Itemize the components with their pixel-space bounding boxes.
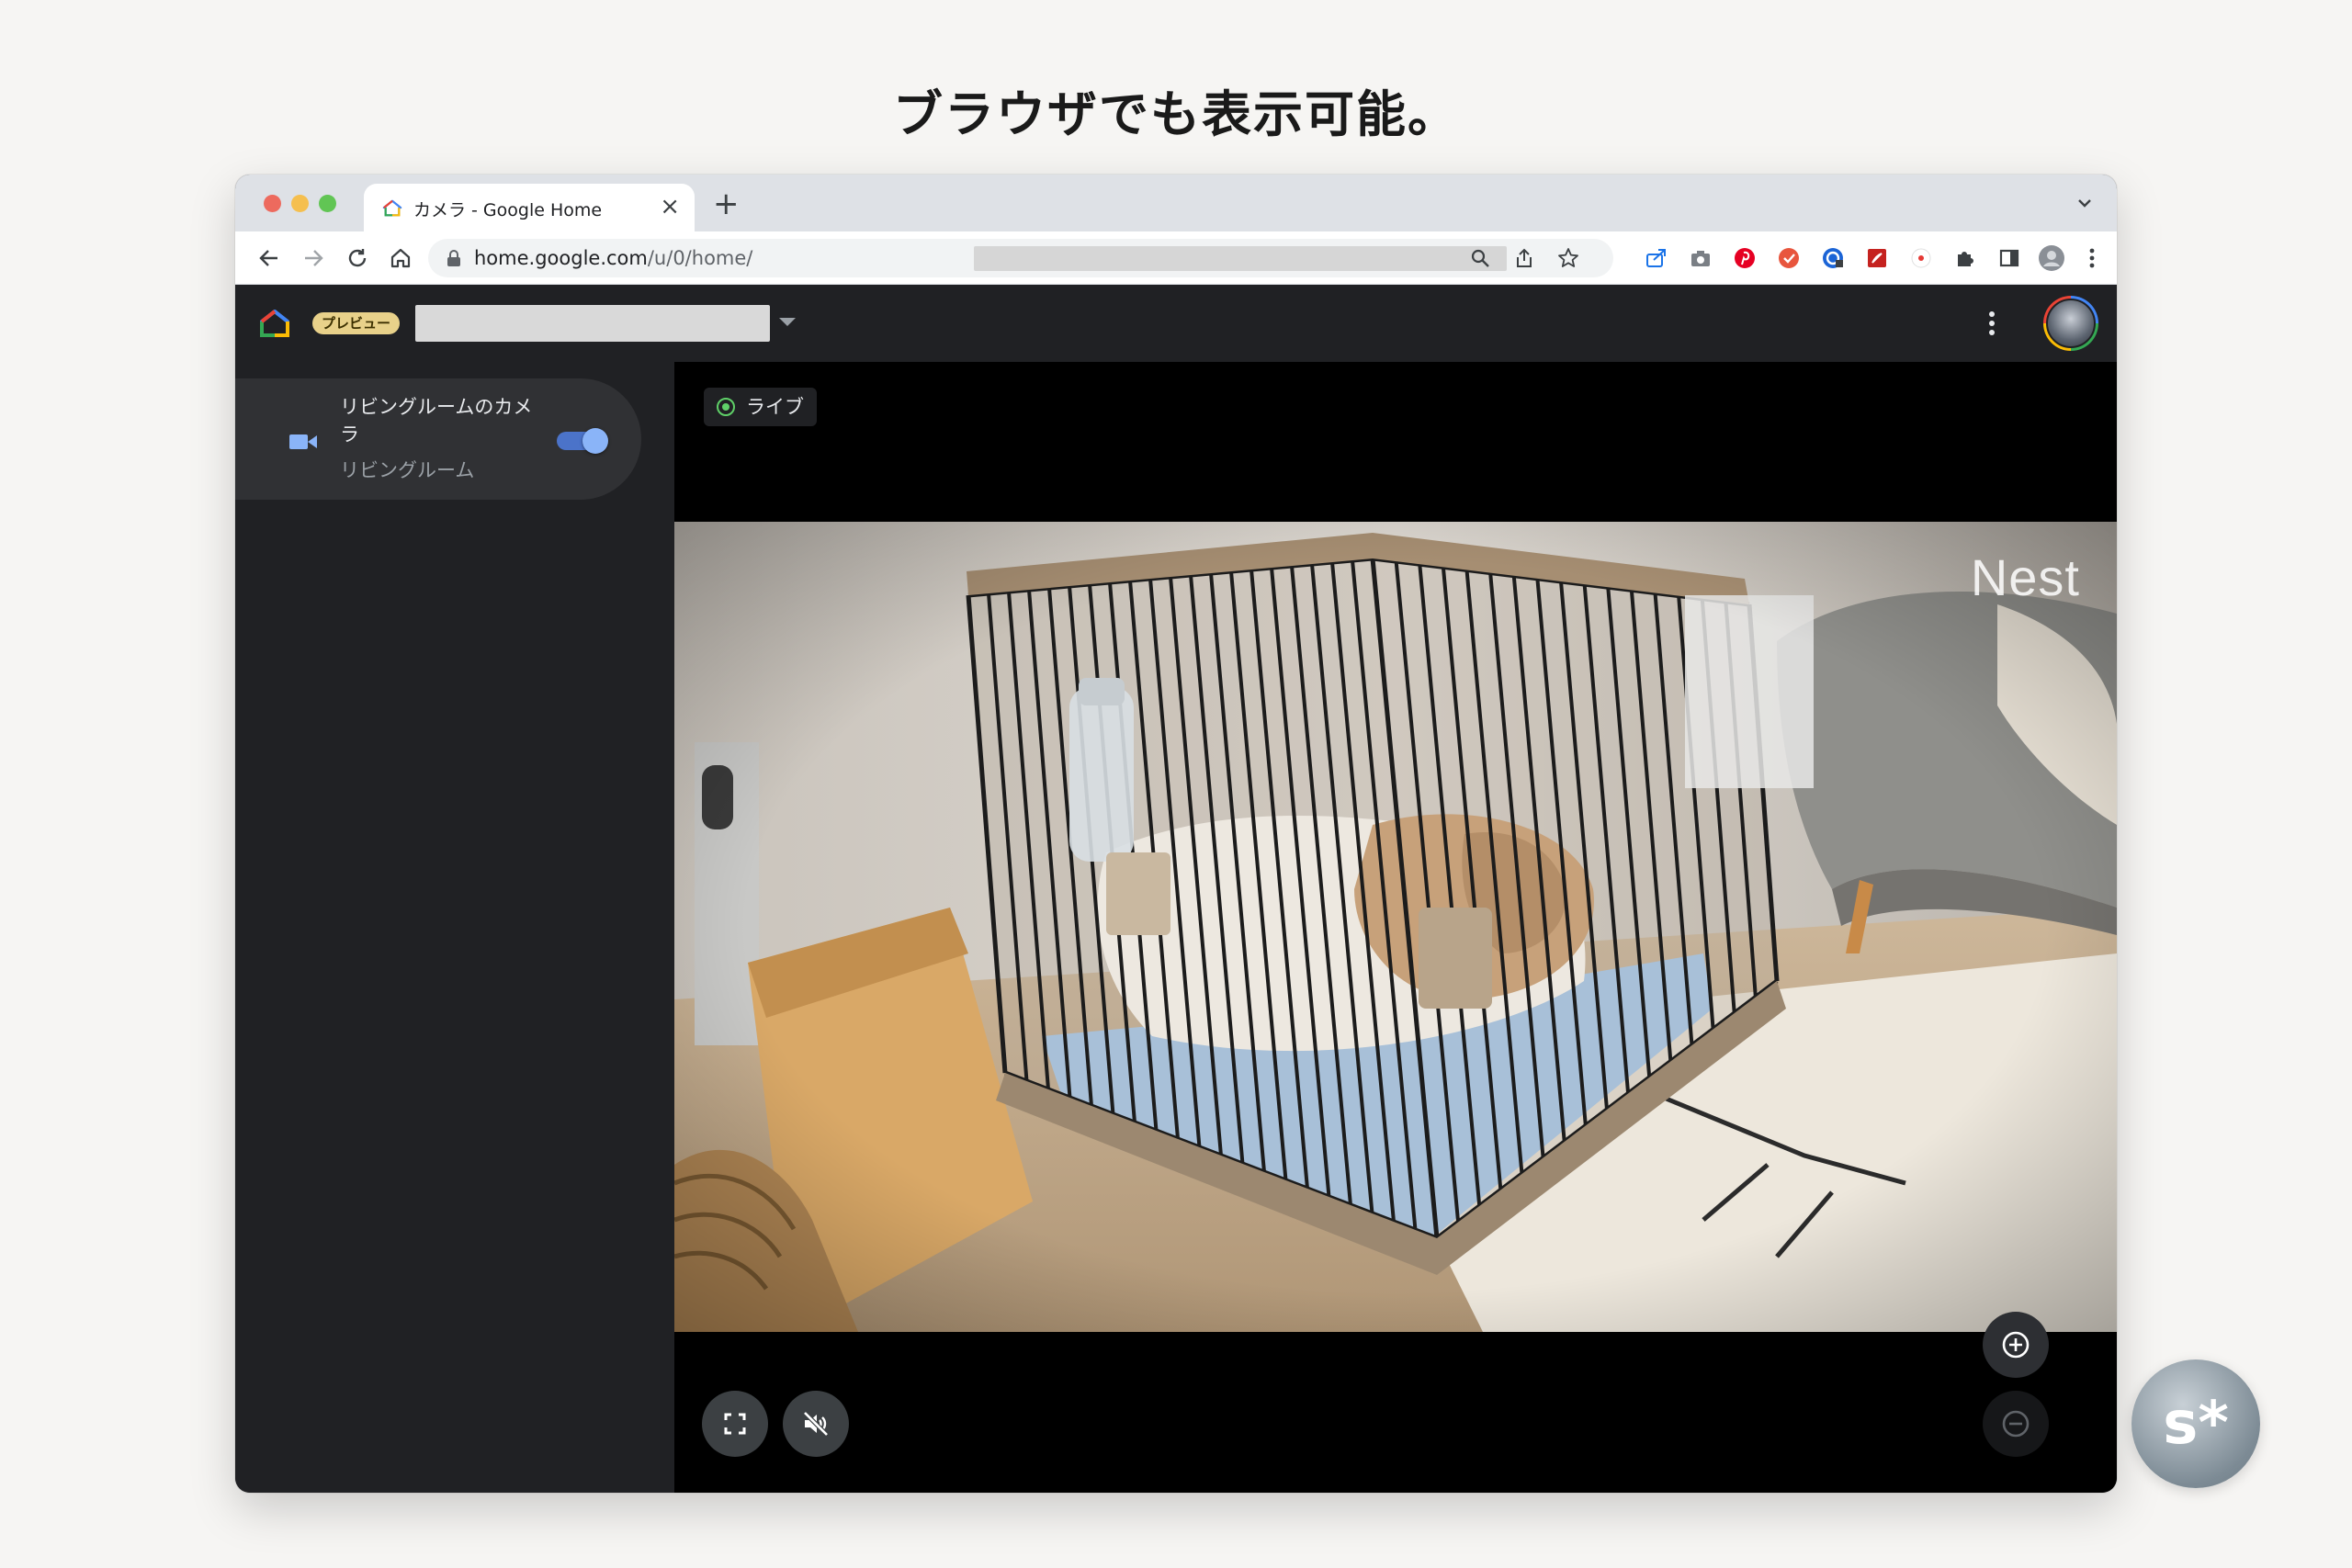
home-selector-redacted[interactable] — [415, 305, 770, 342]
volume-off-icon — [803, 1411, 829, 1437]
password-extension-icon[interactable] — [1819, 244, 1847, 272]
zoom-out-button[interactable] — [1983, 1391, 2049, 1457]
device-sidebar: リビングルームのカメラ リビングルーム — [235, 362, 674, 1493]
address-bar[interactable]: home.google.com/u/0/home/ — [428, 239, 1613, 277]
account-avatar[interactable] — [2043, 296, 2098, 351]
zoom-out-icon — [2002, 1410, 2030, 1438]
record-extension-icon[interactable] — [1907, 244, 1935, 272]
todo-extension-icon[interactable] — [1775, 244, 1803, 272]
camera-feed-image — [674, 522, 2117, 1332]
profile-avatar-icon[interactable] — [2038, 244, 2065, 272]
camera-viewer: ライブ Nest — [674, 362, 2117, 1493]
more-options-icon[interactable] — [1981, 307, 2003, 340]
page-caption: ブラウザでも表示可能。 — [893, 85, 1459, 143]
extension-share-icon[interactable] — [1643, 244, 1670, 272]
browser-tab[interactable]: カメラ - Google Home × — [364, 184, 695, 231]
zoom-window-button[interactable] — [319, 195, 336, 212]
side-panel-icon[interactable] — [1996, 244, 2023, 272]
tab-title: カメラ - Google Home — [413, 200, 603, 220]
toggle-thumb — [582, 428, 608, 454]
mute-button[interactable] — [783, 1391, 849, 1457]
lock-icon[interactable] — [447, 250, 461, 266]
minimize-window-button[interactable] — [291, 195, 309, 212]
url-text: home.google.com/u/0/home/ — [474, 247, 752, 269]
zoom-in-icon — [2002, 1331, 2030, 1359]
preview-badge: プレビュー — [312, 312, 401, 334]
live-label: ライブ — [746, 396, 804, 418]
extensions-puzzle-icon[interactable] — [1951, 244, 1979, 272]
close-window-button[interactable] — [264, 195, 281, 212]
device-room: リビングルーム — [340, 459, 475, 481]
home-selector-caret-icon[interactable] — [779, 318, 796, 326]
account-photo — [2046, 299, 2096, 348]
live-indicator: ライブ — [704, 388, 817, 426]
pdf-extension-icon[interactable] — [1863, 244, 1891, 272]
home-button-icon[interactable] — [387, 244, 414, 272]
reload-icon[interactable] — [344, 244, 371, 272]
redacted-url-block — [974, 246, 1507, 271]
google-home-icon — [382, 199, 402, 217]
device-list-item[interactable]: リビングルームのカメラ リビングルーム — [235, 378, 641, 500]
app-header: プレビュー — [235, 285, 2117, 362]
tab-search-chevron-icon[interactable] — [2071, 189, 2098, 217]
browser-menu-icon[interactable] — [2078, 244, 2106, 272]
tab-strip: カメラ - Google Home × + — [235, 175, 2117, 231]
browser-window: カメラ - Google Home × + home.google.com/u/… — [235, 175, 2117, 1493]
url-host: home.google.com — [474, 247, 648, 269]
video-camera-icon — [289, 434, 317, 449]
search-icon[interactable] — [1466, 244, 1494, 272]
camera-toggle[interactable] — [557, 428, 608, 454]
google-home-logo-icon[interactable] — [259, 309, 290, 338]
device-name: リビングルームのカメラ — [340, 396, 533, 446]
tab-close-icon[interactable]: × — [660, 193, 680, 220]
fullscreen-button[interactable] — [702, 1391, 768, 1457]
forward-icon[interactable] — [300, 244, 327, 272]
pinterest-icon[interactable] — [1731, 244, 1758, 272]
new-tab-button[interactable]: + — [713, 186, 740, 222]
back-icon[interactable] — [255, 244, 283, 272]
live-dot-icon — [717, 398, 735, 416]
url-path: /u/0/home/ — [647, 247, 753, 269]
camera-feed: Nest — [674, 522, 2117, 1332]
zoom-in-button[interactable] — [1983, 1312, 2049, 1378]
camera-extension-icon[interactable] — [1687, 244, 1714, 272]
browser-toolbar: home.google.com/u/0/home/ — [235, 231, 2117, 285]
fullscreen-icon — [724, 1413, 746, 1435]
share-icon[interactable] — [1510, 244, 1538, 272]
nest-watermark: Nest — [1970, 548, 2080, 606]
brand-logo-badge: s* — [2132, 1359, 2260, 1488]
bookmark-star-icon[interactable] — [1555, 244, 1582, 272]
